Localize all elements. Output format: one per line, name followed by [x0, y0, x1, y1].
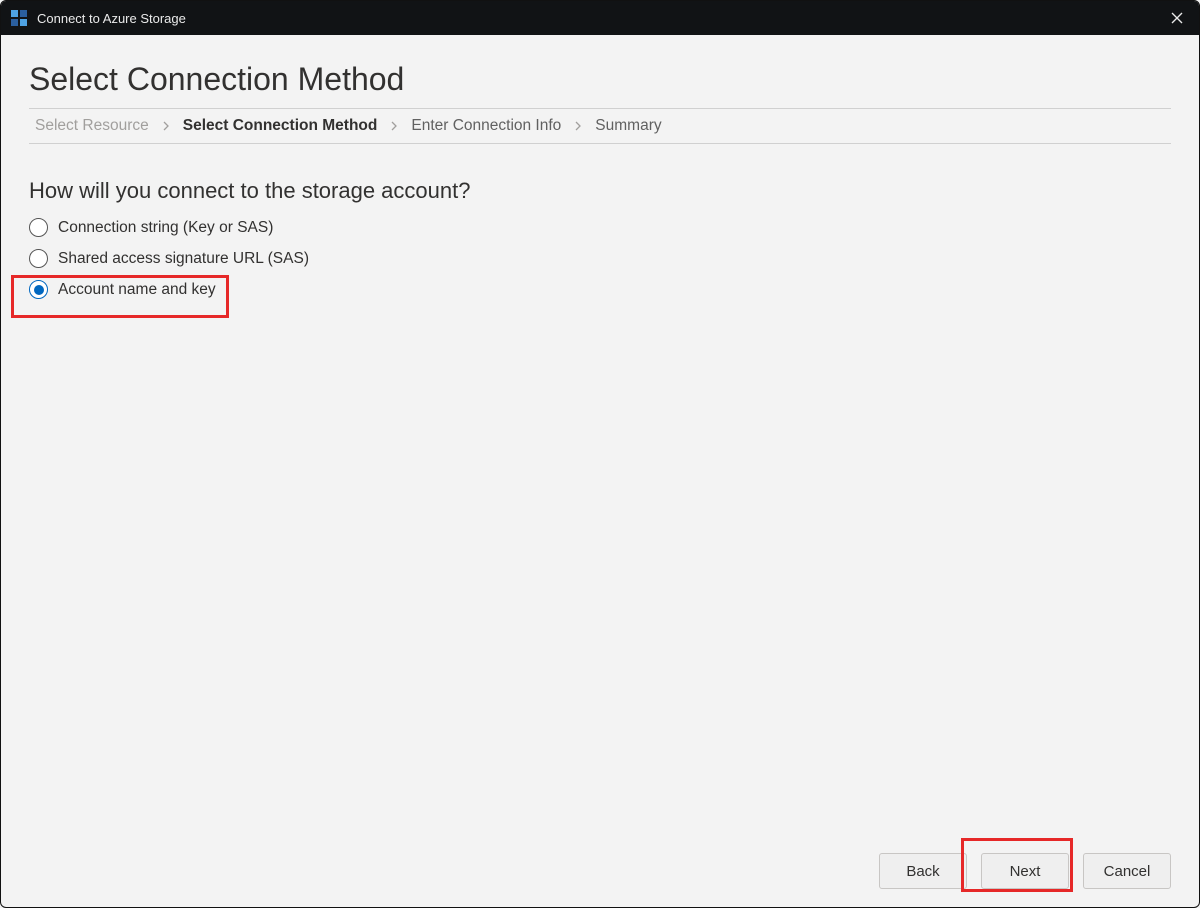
- option-label: Shared access signature URL (SAS): [58, 250, 309, 268]
- radio-icon: [29, 280, 48, 299]
- connection-method-radio-group: Connection string (Key or SAS) Shared ac…: [29, 218, 1171, 299]
- dialog-footer: Back Next Cancel: [29, 845, 1171, 889]
- question-heading: How will you connect to the storage acco…: [29, 178, 1171, 204]
- radio-icon: [29, 218, 48, 237]
- close-button[interactable]: [1165, 6, 1189, 30]
- chevron-right-icon: [159, 121, 173, 131]
- next-button[interactable]: Next: [981, 853, 1069, 889]
- titlebar: Connect to Azure Storage: [1, 1, 1199, 35]
- app-icon: [11, 10, 27, 26]
- close-icon: [1171, 12, 1183, 24]
- breadcrumb-step-summary[interactable]: Summary: [589, 117, 667, 135]
- chevron-right-icon: [571, 121, 585, 131]
- breadcrumb-step-select-connection-method[interactable]: Select Connection Method: [177, 117, 384, 135]
- breadcrumb-step-select-resource[interactable]: Select Resource: [29, 117, 155, 135]
- dialog-content: Select Connection Method Select Resource…: [1, 35, 1199, 907]
- cancel-button[interactable]: Cancel: [1083, 853, 1171, 889]
- breadcrumb-step-enter-connection-info[interactable]: Enter Connection Info: [405, 117, 567, 135]
- option-label: Connection string (Key or SAS): [58, 219, 273, 237]
- dialog-window: Connect to Azure Storage Select Connecti…: [0, 0, 1200, 908]
- option-account-name-and-key[interactable]: Account name and key: [29, 280, 220, 299]
- page-title: Select Connection Method: [29, 61, 1171, 98]
- option-sas-url[interactable]: Shared access signature URL (SAS): [29, 249, 313, 268]
- option-connection-string[interactable]: Connection string (Key or SAS): [29, 218, 277, 237]
- chevron-right-icon: [387, 121, 401, 131]
- radio-icon: [29, 249, 48, 268]
- option-label: Account name and key: [58, 281, 216, 299]
- window-title: Connect to Azure Storage: [37, 11, 186, 26]
- back-button[interactable]: Back: [879, 853, 967, 889]
- breadcrumb: Select Resource Select Connection Method…: [29, 108, 1171, 144]
